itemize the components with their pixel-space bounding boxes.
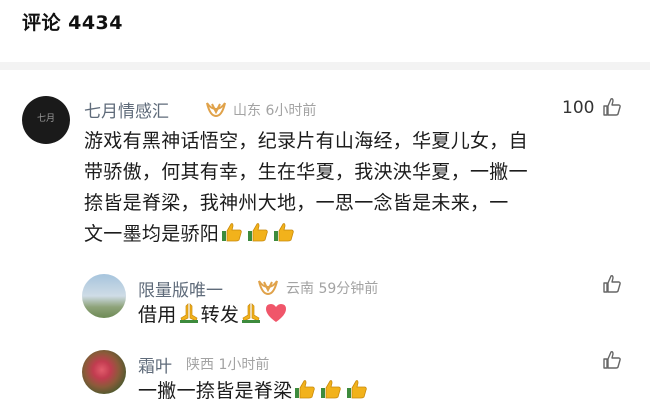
- thumbs-up-emoji: [319, 378, 343, 410]
- heart-emoji: [264, 302, 288, 334]
- comment-line: 带骄傲，何其有幸，生在华夏，我泱泱华夏，一撇一: [84, 161, 528, 183]
- comment-line: 游戏有黑神话悟空，纪录片有山海经，华夏儿女，自: [84, 130, 528, 152]
- comment-line: 借用 转发: [138, 300, 289, 334]
- comments-header: 评论 4434: [22, 12, 123, 34]
- avatar[interactable]: [82, 350, 126, 394]
- vip-badge-icon: [258, 280, 278, 296]
- like-count: 100: [562, 98, 595, 118]
- comment-text: 借用 转发: [138, 300, 289, 334]
- thumbs-up-icon[interactable]: [602, 97, 622, 117]
- username[interactable]: 霜叶: [138, 352, 172, 377]
- comment-line: 一撇一捺皆是脊梁: [138, 376, 370, 410]
- thumbs-up-emoji: [272, 221, 296, 253]
- thumbs-up-icon[interactable]: [602, 350, 622, 370]
- avatar[interactable]: 七月: [22, 96, 70, 144]
- comment-text-part: 借用: [138, 304, 177, 326]
- pray-emoji: [240, 302, 262, 334]
- thumbs-up-emoji: [246, 221, 270, 253]
- comment-meta: 山东 6小时前: [233, 103, 317, 119]
- divider: [0, 62, 650, 70]
- thumbs-up-emoji: [220, 221, 244, 253]
- comment-text-part: 转发: [200, 304, 240, 326]
- avatar[interactable]: [82, 274, 126, 318]
- comment-meta: 陕西 1小时前: [186, 357, 270, 373]
- comment-line: 文一墨均是骄阳: [84, 219, 528, 253]
- comment-text: 一撇一捺皆是脊梁: [138, 376, 370, 410]
- thumbs-up-icon[interactable]: [602, 274, 622, 294]
- username[interactable]: 七月情感汇: [84, 97, 169, 122]
- comment-text-part: 一撇一捺皆是脊梁: [138, 380, 293, 402]
- pray-emoji: [178, 302, 200, 334]
- username[interactable]: 限量版唯一: [138, 276, 223, 301]
- comment-meta: 云南 59分钟前: [286, 281, 379, 297]
- comment-text: 游戏有黑神话悟空，纪录片有山海经，华夏儿女，自 带骄傲，何其有幸，生在华夏，我泱…: [84, 126, 528, 253]
- comment-line: 捺皆是脊梁，我神州大地，一思一念皆是未来，一: [84, 192, 509, 214]
- thumbs-up-emoji: [345, 378, 369, 410]
- avatar-text: 七月: [36, 114, 55, 124]
- comment-line-text: 文一墨均是骄阳: [84, 223, 220, 245]
- vip-badge-icon: [206, 102, 226, 118]
- thumbs-up-emoji: [293, 378, 317, 410]
